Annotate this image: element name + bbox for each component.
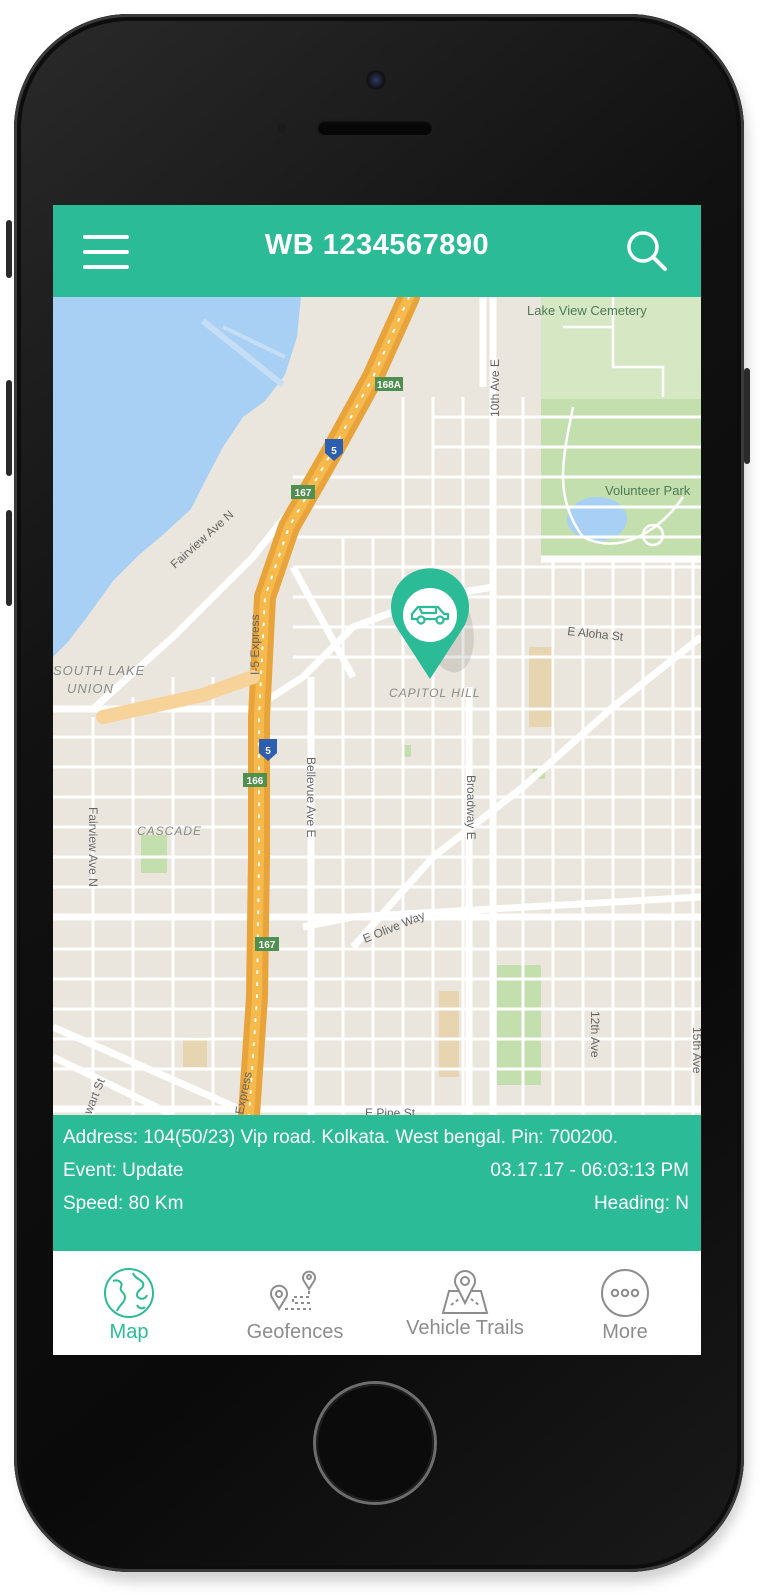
heading-text: Heading: N [593, 1193, 689, 1214]
map-label-pine-st: E Pine St [365, 1106, 416, 1115]
map-label-volunteer-park: Volunteer Park [605, 483, 691, 498]
map-canvas[interactable]: Lake View Cemetery Volunteer Park Fairvi… [53, 297, 701, 1115]
tab-label: More [602, 1321, 648, 1343]
event-text: Event: Update [63, 1160, 184, 1181]
shield-168a: 168A [377, 380, 401, 391]
map-label-south-lake: SOUTH LAKE [53, 663, 145, 678]
shield-5-bottom: 5 [265, 746, 271, 757]
map-label-bellevue: Bellevue Ave E [304, 757, 318, 838]
map-label-broadway: Broadway E [464, 775, 478, 840]
tab-map[interactable]: Map [75, 1251, 183, 1355]
globe-icon [104, 1268, 154, 1318]
map-view[interactable]: Lake View Cemetery Volunteer Park Fairvi… [53, 297, 701, 1115]
power-button [744, 368, 750, 464]
app-bar: WB 1234567890 [53, 205, 701, 297]
bottom-tab-bar: Map Geofences Vehicle Trails More [53, 1251, 701, 1355]
vehicle-title: WB 1234567890 [264, 229, 490, 261]
geofence-icon [270, 1270, 316, 1311]
map-label-15th-ave: 15th Ave [690, 1027, 701, 1074]
map-pin-icon [441, 1270, 489, 1314]
address-text: Address: 104(50/23) Vip road. Kolkata. W… [63, 1127, 618, 1148]
front-camera [366, 70, 386, 90]
shield-5-top: 5 [331, 446, 337, 457]
map-label-10th-ave: 10th Ave E [488, 359, 502, 417]
earpiece-speaker [318, 121, 432, 135]
tab-label: Vehicle Trails [406, 1317, 524, 1339]
search-icon[interactable] [625, 229, 669, 273]
shield-166: 166 [247, 776, 264, 787]
shield-167-bottom: 167 [259, 940, 276, 951]
map-label-12th-ave: 12th Ave [588, 1011, 602, 1058]
vehicle-info-panel: Address: 104(50/23) Vip road. Kolkata. W… [53, 1115, 701, 1251]
shield-167-top: 167 [295, 488, 312, 499]
map-label-i5-express: I-5 Express [248, 614, 262, 675]
map-label-cascade: CASCADE [137, 824, 202, 838]
map-label-union: UNION [67, 681, 114, 696]
map-label-lake-view: Lake View Cemetery [527, 303, 647, 318]
home-button[interactable] [316, 1384, 434, 1502]
tab-label: Map [109, 1321, 149, 1343]
speed-text: Speed: 80 Km [63, 1193, 184, 1214]
tab-more[interactable]: More [571, 1251, 679, 1355]
volume-up-button [6, 380, 12, 476]
proximity-sensor [277, 123, 287, 133]
mute-switch [6, 220, 12, 278]
tab-geofences[interactable]: Geofences [231, 1251, 359, 1355]
map-label-capitol-hill: CAPITOL HILL [389, 686, 481, 700]
park-reservoir [567, 497, 627, 541]
app-screen: WB 1234567890 Lake View Cemetery Volunte… [53, 205, 701, 1355]
more-icon [601, 1269, 649, 1317]
tab-label: Geofences [246, 1321, 344, 1343]
datetime-text: 03.17.17 - 06:03:13 PM [490, 1160, 689, 1181]
map-label-fairview-2: Fairview Ave N [86, 807, 100, 887]
volume-down-button [6, 510, 12, 606]
tab-vehicle-trails[interactable]: Vehicle Trails [389, 1251, 541, 1355]
